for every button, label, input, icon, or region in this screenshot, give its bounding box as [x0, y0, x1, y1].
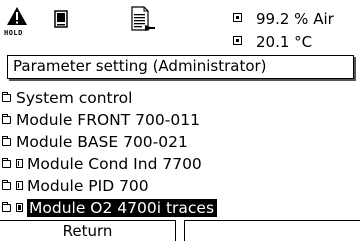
measurement-value: 99.2 % Air	[256, 10, 334, 28]
softkey-bar: Return	[0, 220, 360, 241]
menu-item-label: Module O2 4700i traces	[27, 199, 218, 217]
measurement-temperature: 20.1 °C	[233, 33, 312, 51]
menu-item-module-base[interactable]: Module BASE 700-021	[2, 132, 188, 153]
folder-icon	[2, 202, 11, 212]
module-filled-icon	[16, 203, 23, 212]
status-bar: HOLD 99.2 % Air 20.1 °C	[0, 0, 360, 52]
menu-item-label: Module Cond Ind 7700	[27, 155, 202, 173]
menu-item-label: System control	[16, 89, 133, 107]
menu-item-system-control[interactable]: System control	[2, 88, 132, 109]
measurement-value: 20.1 °C	[256, 33, 313, 51]
menu-item-label: Module PID 700	[27, 177, 149, 195]
measurement-oxygen: 99.2 % Air	[233, 10, 334, 28]
menu-item-module-front[interactable]: Module FRONT 700-011	[2, 110, 200, 131]
menu-item-module-pid[interactable]: Module PID 700	[2, 176, 149, 197]
folder-icon	[2, 92, 11, 102]
hold-label: HOLD	[4, 29, 23, 37]
menu-item-label: Module FRONT 700-011	[16, 111, 200, 129]
parameter-document-icon	[130, 6, 156, 36]
folder-icon	[2, 114, 11, 124]
right-softkey[interactable]	[184, 220, 360, 241]
channel-indicator-icon	[233, 36, 242, 45]
device-card-icon	[54, 10, 68, 32]
folder-icon	[2, 136, 11, 146]
folder-icon	[2, 180, 11, 190]
channel-indicator-icon	[233, 13, 242, 22]
folder-icon	[2, 158, 11, 168]
menu-item-module-o2-selected[interactable]: Module O2 4700i traces	[2, 198, 218, 219]
page-title: Parameter setting (Administrator)	[7, 55, 354, 79]
module-grid-icon	[16, 159, 23, 168]
return-button[interactable]: Return	[0, 220, 176, 241]
menu-item-label: Module BASE 700-021	[16, 133, 188, 151]
menu-item-module-cond-ind[interactable]: Module Cond Ind 7700	[2, 154, 202, 175]
hold-warning-icon: HOLD	[4, 6, 34, 40]
module-grid-icon	[16, 181, 23, 190]
